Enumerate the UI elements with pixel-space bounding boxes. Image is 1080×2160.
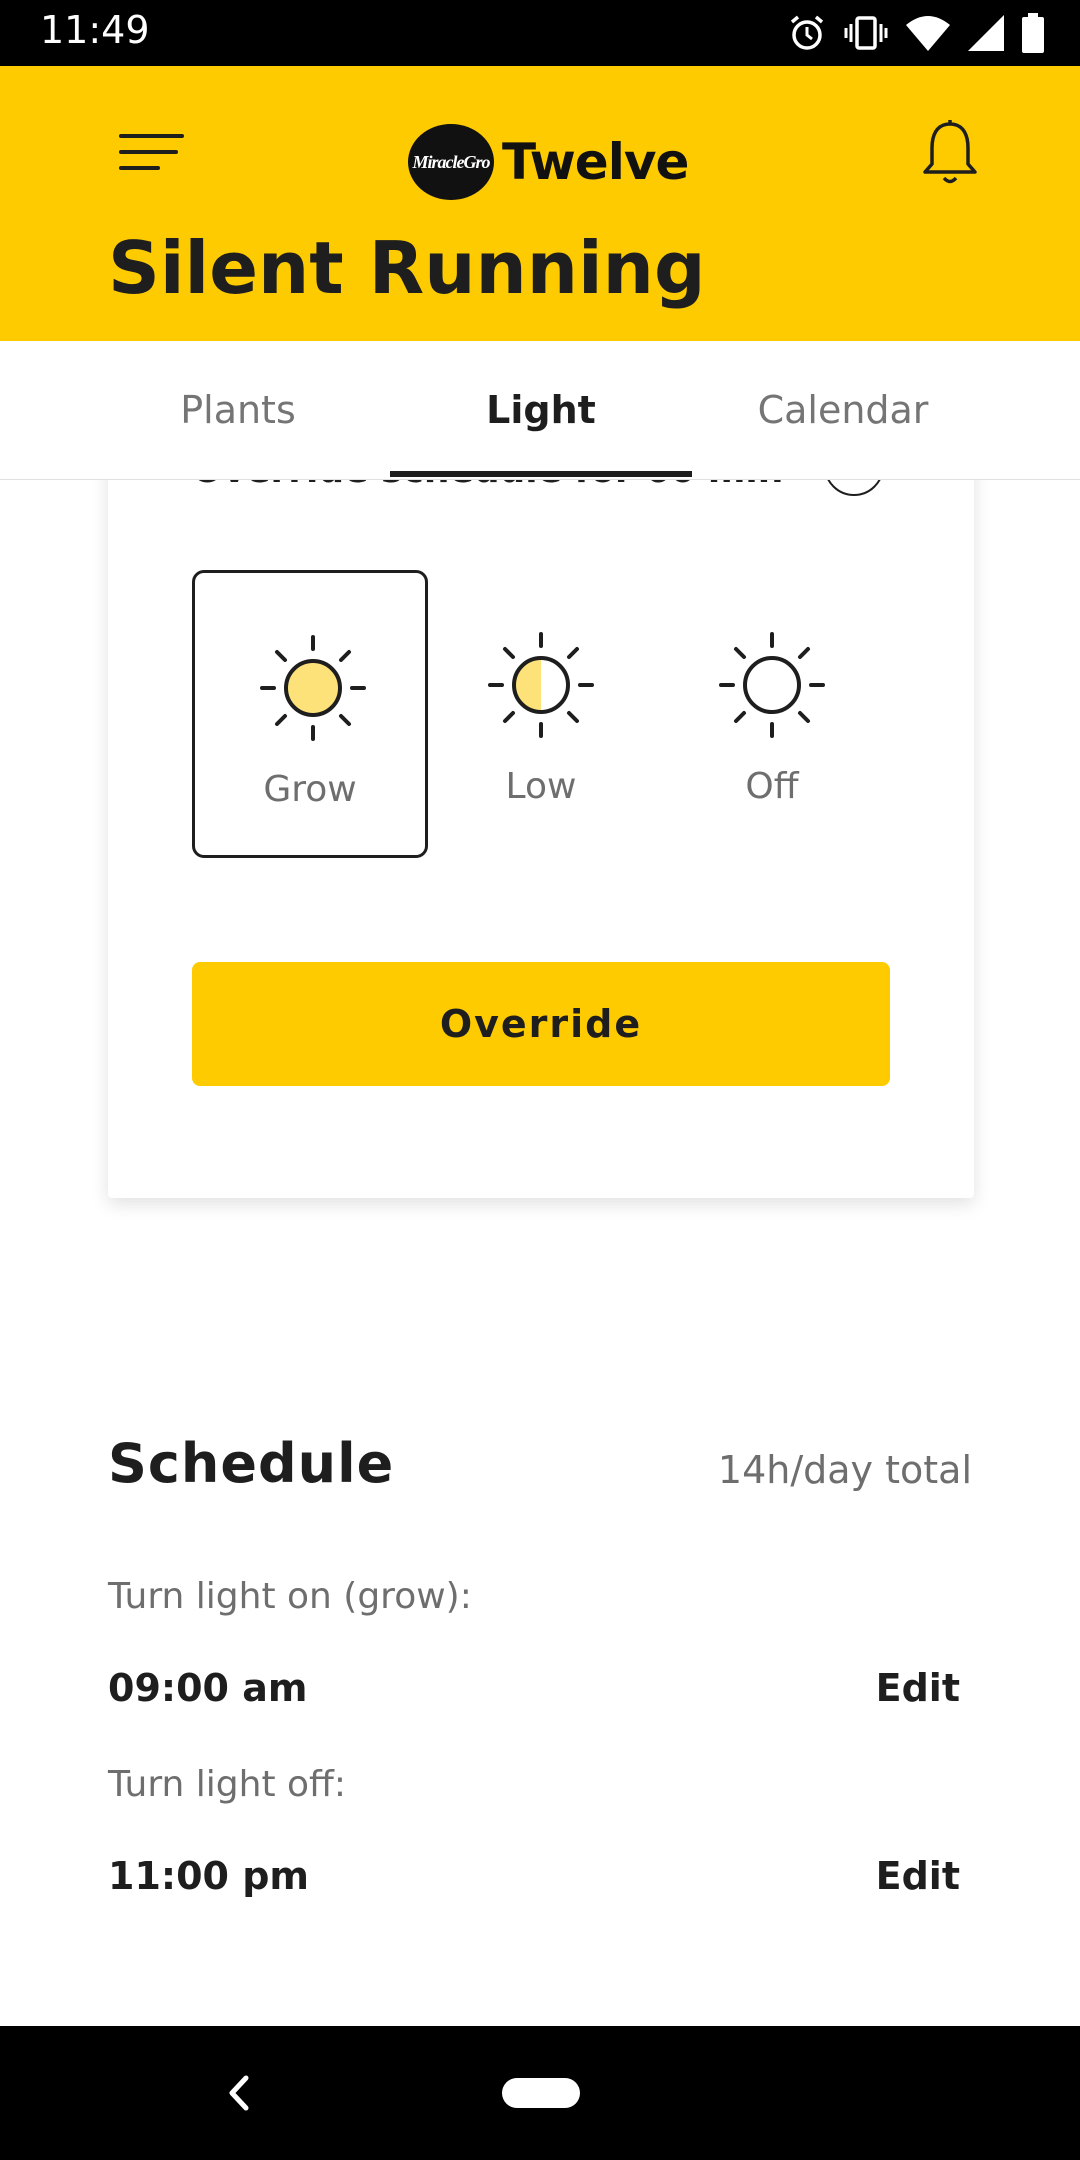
schedule-off-time: 11:00 pm	[108, 1854, 309, 1898]
schedule-on-label: Turn light on (grow):	[108, 1576, 472, 1617]
wifi-icon	[906, 16, 950, 51]
schedule-off-label: Turn light off:	[108, 1764, 346, 1805]
vibrate-icon	[844, 16, 888, 50]
mode-off-label: Off	[745, 766, 799, 807]
signal-icon	[968, 15, 1004, 51]
logo-badge: MiracleGro	[408, 124, 494, 200]
status-time: 11:49	[40, 8, 150, 52]
brand-logo: MiracleGro Twelve	[408, 106, 689, 218]
schedule-title: Schedule	[108, 1432, 395, 1495]
hamburger-menu-icon	[119, 134, 184, 170]
back-button[interactable]	[218, 2070, 258, 2116]
schedule-total: 14h/day total	[717, 1448, 972, 1492]
alarm-icon	[790, 15, 824, 50]
override-button[interactable]: Override	[192, 962, 890, 1086]
sun-empty-icon	[719, 632, 825, 738]
active-tab-indicator	[390, 471, 692, 477]
sun-full-icon	[260, 635, 366, 741]
edit-off-time-button[interactable]: Edit	[876, 1854, 960, 1898]
status-bar: 11:49	[0, 0, 1080, 66]
back-chevron-icon	[229, 2075, 249, 2111]
sun-half-icon	[488, 632, 594, 738]
override-card: Override schedule for 60 min Grow	[108, 480, 974, 1198]
system-nav-bar	[0, 2026, 1080, 2160]
bell-icon	[923, 120, 977, 184]
page-title: Silent Running	[108, 226, 706, 310]
tab-plants[interactable]: Plants	[88, 341, 388, 479]
mode-off[interactable]: Off	[654, 570, 890, 858]
light-content[interactable]: Override schedule for 60 min Grow	[0, 480, 1080, 2025]
mode-low[interactable]: Low	[423, 570, 659, 858]
battery-icon	[1022, 13, 1044, 53]
info-icon[interactable]	[824, 480, 884, 496]
override-label: Override schedule for 60 min	[192, 480, 783, 491]
tab-calendar[interactable]: Calendar	[693, 341, 993, 479]
notifications-button[interactable]	[920, 118, 980, 188]
tab-bar: Plants Light Calendar	[0, 341, 1080, 480]
schedule-on-time: 09:00 am	[108, 1666, 308, 1710]
menu-button[interactable]	[118, 126, 188, 178]
mode-low-label: Low	[505, 766, 577, 807]
home-button[interactable]	[502, 2078, 580, 2108]
mode-grow-label: Grow	[263, 769, 357, 810]
app-header: MiracleGro Twelve Silent Running	[0, 66, 1080, 341]
status-icons	[788, 10, 1044, 56]
edit-on-time-button[interactable]: Edit	[876, 1666, 960, 1710]
logo-wordmark: Twelve	[502, 133, 689, 191]
tab-light[interactable]: Light	[391, 341, 691, 479]
mode-grow[interactable]: Grow	[192, 570, 428, 858]
